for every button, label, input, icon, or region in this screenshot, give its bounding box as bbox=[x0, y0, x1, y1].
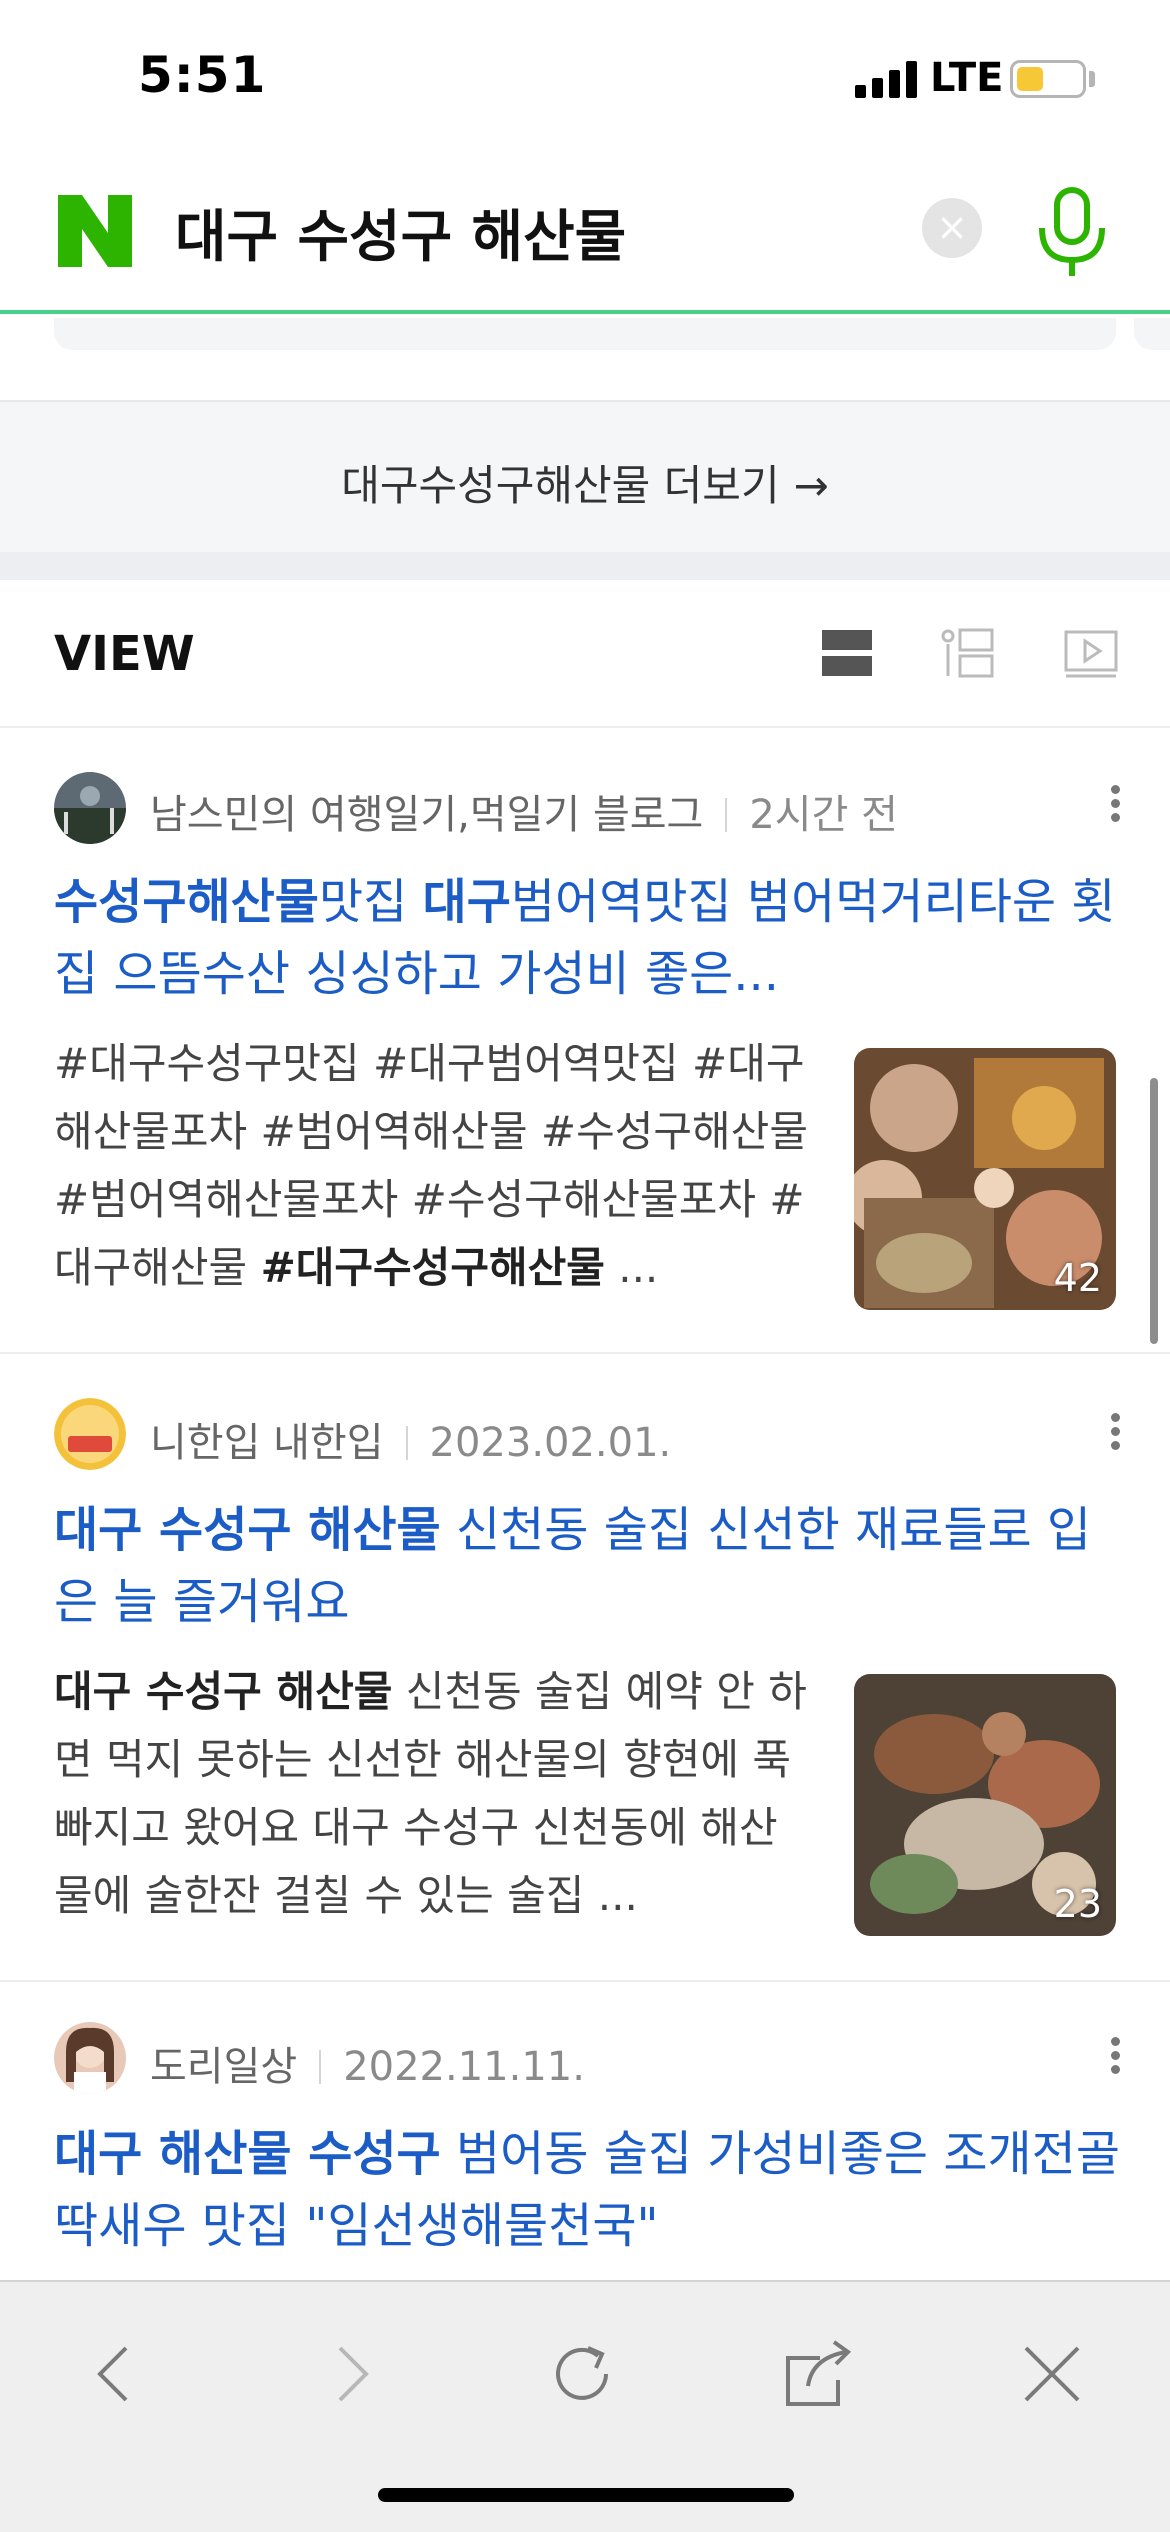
share-icon[interactable] bbox=[778, 2334, 858, 2414]
view-post-3[interactable]: 도리일상 2022.11.11. 대구 해산물 수성구 범어동 술집 가성비좋은 … bbox=[0, 1982, 1170, 2282]
clear-search-button[interactable]: × bbox=[922, 198, 982, 258]
view-section-title: VIEW bbox=[54, 626, 195, 682]
author-line: 니한입 내한입 2023.02.01. bbox=[150, 1410, 671, 1468]
author-name[interactable]: 남스민의 여행일기,먹일기 블로그 bbox=[150, 792, 703, 838]
more-results-band: 대구수성구해산물 더보기 → bbox=[0, 400, 1170, 552]
view-post-1[interactable]: 남스민의 여행일기,먹일기 블로그 2시간 전 수성구해산물맛집 대구범어역맛집 … bbox=[0, 728, 1170, 1354]
status-time: 5:51 bbox=[138, 46, 267, 104]
search-header: 대구 수성구 해산물 × bbox=[0, 150, 1170, 314]
battery-nub bbox=[1089, 71, 1095, 87]
list-view-icon[interactable] bbox=[940, 626, 994, 680]
card-view-icon[interactable] bbox=[820, 626, 874, 680]
view-section-header: VIEW bbox=[0, 580, 1170, 728]
status-bar: 5:51 LTE bbox=[0, 0, 1170, 150]
author-name[interactable]: 니한입 내한입 bbox=[150, 1420, 384, 1466]
arrow-right-icon: → bbox=[793, 461, 829, 510]
microphone-icon[interactable] bbox=[1036, 184, 1108, 280]
signal-strength-icon bbox=[855, 60, 917, 98]
more-options-icon[interactable] bbox=[1100, 780, 1130, 830]
scrollbar[interactable] bbox=[1150, 1078, 1158, 1344]
post-title[interactable]: 대구 수성구 해산물 신천동 술집 신선한 재료들로 입은 늘 즐거워요 bbox=[54, 1494, 1124, 1638]
author-avatar[interactable] bbox=[54, 1398, 126, 1470]
author-avatar[interactable] bbox=[54, 2022, 126, 2094]
post-snippet[interactable]: #대구수성구맛집 #대구범어역맛집 #대구해산물포차 #범어역해산물 #수성구해… bbox=[54, 1030, 814, 1302]
more-options-icon[interactable] bbox=[1100, 1408, 1130, 1458]
image-count-badge: 42 bbox=[1053, 1256, 1102, 1300]
forward-icon[interactable] bbox=[310, 2334, 390, 2414]
author-name[interactable]: 도리일상 bbox=[150, 2044, 297, 2090]
post-title[interactable]: 수성구해산물맛집 대구범어역맛집 범어먹거리타운 횟집 으뜸수산 싱싱하고 가성… bbox=[54, 866, 1124, 1010]
view-post-2[interactable]: 니한입 내한입 2023.02.01. 대구 수성구 해산물 신천동 술집 신선한… bbox=[0, 1354, 1170, 1982]
network-type: LTE bbox=[930, 55, 1004, 101]
post-snippet[interactable]: 대구 수성구 해산물 신천동 술집 예약 안 하면 먹지 못하는 신선한 해산물… bbox=[54, 1658, 814, 1930]
post-thumbnail[interactable]: 23 bbox=[854, 1674, 1116, 1936]
author-avatar[interactable] bbox=[54, 772, 126, 844]
naver-logo-icon[interactable] bbox=[58, 195, 132, 267]
post-date: 2022.11.11. bbox=[343, 2044, 585, 2090]
video-view-icon[interactable] bbox=[1064, 626, 1118, 680]
post-title[interactable]: 대구 해산물 수성구 범어동 술집 가성비좋은 조개전골 딱새우 맛집 "임선생… bbox=[54, 2118, 1124, 2262]
section-divider bbox=[0, 552, 1170, 580]
close-icon[interactable] bbox=[1012, 2334, 1092, 2414]
reload-icon[interactable] bbox=[544, 2334, 624, 2414]
post-date: 2023.02.01. bbox=[429, 1420, 672, 1466]
battery-icon bbox=[1010, 60, 1086, 98]
search-input[interactable]: 대구 수성구 해산물 bbox=[175, 192, 626, 273]
back-icon[interactable] bbox=[76, 2334, 156, 2414]
author-line: 남스민의 여행일기,먹일기 블로그 2시간 전 bbox=[150, 782, 898, 840]
more-results-label: 대구수성구해산물 더보기 bbox=[341, 461, 780, 510]
post-date: 2시간 전 bbox=[749, 792, 898, 838]
image-count-badge: 23 bbox=[1053, 1882, 1102, 1926]
more-options-icon[interactable] bbox=[1100, 2032, 1130, 2082]
more-results-link[interactable]: 대구수성구해산물 더보기 → bbox=[0, 452, 1170, 513]
previous-card-edge-right bbox=[1134, 318, 1170, 350]
home-indicator[interactable] bbox=[378, 2488, 794, 2502]
author-line: 도리일상 2022.11.11. bbox=[150, 2034, 585, 2092]
post-thumbnail[interactable]: 42 bbox=[854, 1048, 1116, 1310]
previous-card-edge bbox=[54, 318, 1116, 350]
